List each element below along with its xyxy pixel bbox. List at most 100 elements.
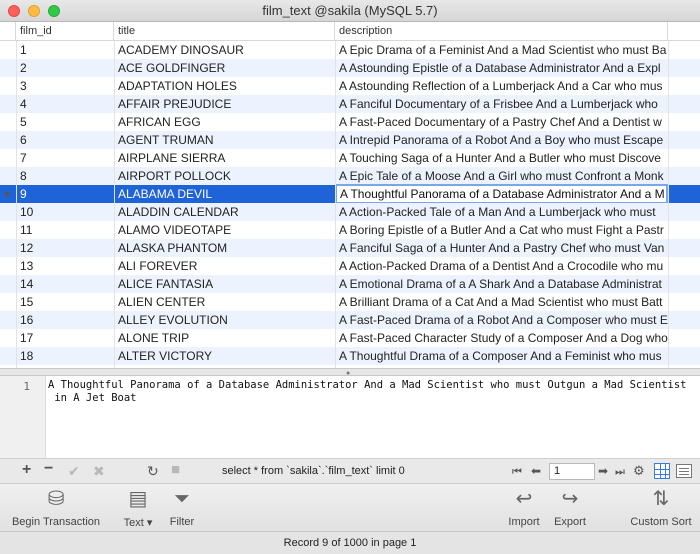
gear-icon[interactable]: ⚙ <box>633 464 645 478</box>
title-cell[interactable]: ALIEN CENTER <box>114 293 335 311</box>
description-cell[interactable]: A Boring Epistle of a Butler And a Cat w… <box>335 221 668 239</box>
filter-button[interactable]: ⏷ Filter <box>160 488 204 528</box>
row-gutter-cell[interactable] <box>0 59 16 77</box>
row-gutter-cell[interactable] <box>0 95 16 113</box>
title-cell[interactable]: AFRICAN EGG <box>114 113 335 131</box>
refresh-icon[interactable]: ↻ <box>147 464 159 478</box>
film-id-cell[interactable]: 1 <box>16 41 114 59</box>
row-gutter-cell[interactable] <box>0 257 16 275</box>
table-row[interactable]: 15 ALIEN CENTER A Brilliant Drama of a Cat… <box>0 293 700 311</box>
title-cell[interactable]: ACE GOLDFINGER <box>114 59 335 77</box>
film-id-cell[interactable]: 16 <box>16 311 114 329</box>
film-id-cell[interactable]: 6 <box>16 131 114 149</box>
description-cell[interactable]: A Epic Drama of a Feminist And a Mad Sci… <box>335 41 668 59</box>
table-row[interactable]: 7 AIRPLANE SIERRA A Touching Saga of a Hun… <box>0 149 700 167</box>
table-row[interactable]: ▶ 9 ALABAMA DEVIL A Thoughtful Panorama of … <box>0 184 700 204</box>
row-gutter-cell[interactable] <box>0 131 16 149</box>
row-gutter-cell[interactable] <box>0 41 16 59</box>
text-button[interactable]: ▤ Text ▾ <box>116 488 160 529</box>
editor-splitter[interactable]: ● <box>0 368 700 377</box>
table-row[interactable]: 3 ADAPTATION HOLES A Astounding Reflection… <box>0 77 700 95</box>
title-cell[interactable]: ALLEY EVOLUTION <box>114 311 335 329</box>
import-button[interactable]: ↩ Import <box>502 488 546 528</box>
title-cell[interactable]: ALICE FANTASIA <box>114 275 335 293</box>
film-id-cell[interactable]: 11 <box>16 221 114 239</box>
grid-view-icon[interactable] <box>654 463 670 479</box>
row-gutter-cell[interactable] <box>0 113 16 131</box>
title-cell[interactable]: ALASKA PHANTOM <box>114 239 335 257</box>
row-gutter-cell[interactable] <box>0 239 16 257</box>
description-cell[interactable]: A Thoughtful Panorama of a Database Admi… <box>335 184 668 204</box>
row-gutter-cell[interactable] <box>0 221 16 239</box>
film-id-cell[interactable]: 9 <box>16 185 114 203</box>
table-row[interactable]: 5 AFRICAN EGG A Fast-Paced Documentary of … <box>0 113 700 131</box>
column-header-title[interactable]: title <box>114 22 335 41</box>
title-cell[interactable]: ALI FOREVER <box>114 257 335 275</box>
description-cell[interactable]: A Fast-Paced Documentary of a Pastry Che… <box>335 113 668 131</box>
add-record-icon[interactable]: + <box>22 462 31 478</box>
title-cell[interactable]: ADAPTATION HOLES <box>114 77 335 95</box>
description-cell[interactable]: A Fanciful Documentary of a Frisbee And … <box>335 95 668 113</box>
table-row[interactable]: 2 ACE GOLDFINGER A Astounding Epistle of a… <box>0 59 700 77</box>
table-row[interactable]: 6 AGENT TRUMAN A Intrepid Panorama of a Ro… <box>0 131 700 149</box>
description-cell[interactable]: A Emotional Drama of a A Shark And a Dat… <box>335 275 668 293</box>
table-row[interactable]: 8 AIRPORT POLLOCK A Epic Tale of a Moose A… <box>0 167 700 185</box>
film-id-cell[interactable]: 17 <box>16 329 114 347</box>
row-gutter-cell[interactable] <box>0 149 16 167</box>
title-cell[interactable]: AFFAIR PREJUDICE <box>114 95 335 113</box>
column-header-description[interactable]: description <box>335 22 668 41</box>
previous-page-icon[interactable]: ⬅ <box>531 464 541 478</box>
row-gutter-cell[interactable] <box>0 167 16 185</box>
row-gutter-cell[interactable] <box>0 311 16 329</box>
description-cell[interactable]: A Thoughtful Drama of a Composer And a F… <box>335 347 668 365</box>
description-cell[interactable]: A Astounding Epistle of a Database Admin… <box>335 59 668 77</box>
title-cell[interactable]: ALONE TRIP <box>114 329 335 347</box>
editor-text[interactable]: A Thoughtful Panorama of a Database Admi… <box>48 379 694 405</box>
begin-transaction-button[interactable]: ⛁ Begin Transaction <box>8 488 104 528</box>
film-id-cell[interactable]: 4 <box>16 95 114 113</box>
cell-value-editor[interactable]: 1 A Thoughtful Panorama of a Database Ad… <box>0 376 700 458</box>
film-id-cell[interactable]: 5 <box>16 113 114 131</box>
description-cell[interactable]: A Touching Saga of a Hunter And a Butler… <box>335 149 668 167</box>
description-cell[interactable]: A Brilliant Drama of a Cat And a Mad Sci… <box>335 293 668 311</box>
row-gutter-cell[interactable] <box>0 77 16 95</box>
film-id-cell[interactable]: 3 <box>16 77 114 95</box>
table-row[interactable]: 12 ALASKA PHANTOM A Fanciful Saga of a Hun… <box>0 239 700 257</box>
export-button[interactable]: ↪ Export <box>548 488 592 528</box>
film-id-cell[interactable]: 10 <box>16 203 114 221</box>
film-id-cell[interactable]: 18 <box>16 347 114 365</box>
page-number-input[interactable]: 1 <box>549 463 595 480</box>
description-cell[interactable]: A Fast-Paced Character Study of a Compos… <box>335 329 668 347</box>
stop-icon[interactable]: ■ <box>171 462 180 477</box>
row-pointer-icon[interactable]: ▶ <box>0 185 16 203</box>
first-page-icon[interactable]: ⏮ <box>512 465 522 479</box>
title-cell[interactable]: ACADEMY DINOSAUR <box>114 41 335 59</box>
table-row[interactable]: 13 ALI FOREVER A Action-Packed Drama of a … <box>0 257 700 275</box>
table-row[interactable]: 10 ALADDIN CALENDAR A Action-Packed Tale o… <box>0 203 700 221</box>
film-id-cell[interactable]: 13 <box>16 257 114 275</box>
table-row[interactable]: 17 ALONE TRIP A Fast-Paced Character Study… <box>0 329 700 347</box>
title-cell[interactable]: AIRPORT POLLOCK <box>114 167 335 185</box>
column-header-film-id[interactable]: film_id <box>16 22 114 41</box>
description-cell[interactable]: A Fast-Paced Drama of a Robot And a Comp… <box>335 311 668 329</box>
title-cell[interactable]: AIRPLANE SIERRA <box>114 149 335 167</box>
description-cell[interactable]: A Fanciful Saga of a Hunter And a Pastry… <box>335 239 668 257</box>
description-cell[interactable]: A Action-Packed Drama of a Dentist And a… <box>335 257 668 275</box>
description-cell[interactable]: A Intrepid Panorama of a Robot And a Boy… <box>335 131 668 149</box>
discard-changes-icon[interactable]: ✖ <box>93 464 105 478</box>
title-cell[interactable]: AGENT TRUMAN <box>114 131 335 149</box>
form-view-icon[interactable] <box>676 464 692 478</box>
description-cell[interactable]: A Epic Tale of a Moose And a Girl who mu… <box>335 167 668 185</box>
film-id-cell[interactable]: 15 <box>16 293 114 311</box>
title-cell[interactable]: ALABAMA DEVIL <box>114 185 335 203</box>
row-gutter-cell[interactable] <box>0 329 16 347</box>
title-cell[interactable]: ALAMO VIDEOTAPE <box>114 221 335 239</box>
table-row[interactable]: 18 ALTER VICTORY A Thoughtful Drama of a C… <box>0 347 700 365</box>
row-gutter-cell[interactable] <box>0 347 16 365</box>
table-row[interactable]: 14 ALICE FANTASIA A Emotional Drama of a A… <box>0 275 700 293</box>
table-row[interactable]: 16 ALLEY EVOLUTION A Fast-Paced Drama of a… <box>0 311 700 329</box>
film-id-cell[interactable]: 12 <box>16 239 114 257</box>
table-row[interactable]: 1 ACADEMY DINOSAUR A Epic Drama of a Femin… <box>0 41 700 59</box>
title-cell[interactable]: ALADDIN CALENDAR <box>114 203 335 221</box>
next-page-icon[interactable]: ➡ <box>598 464 608 478</box>
